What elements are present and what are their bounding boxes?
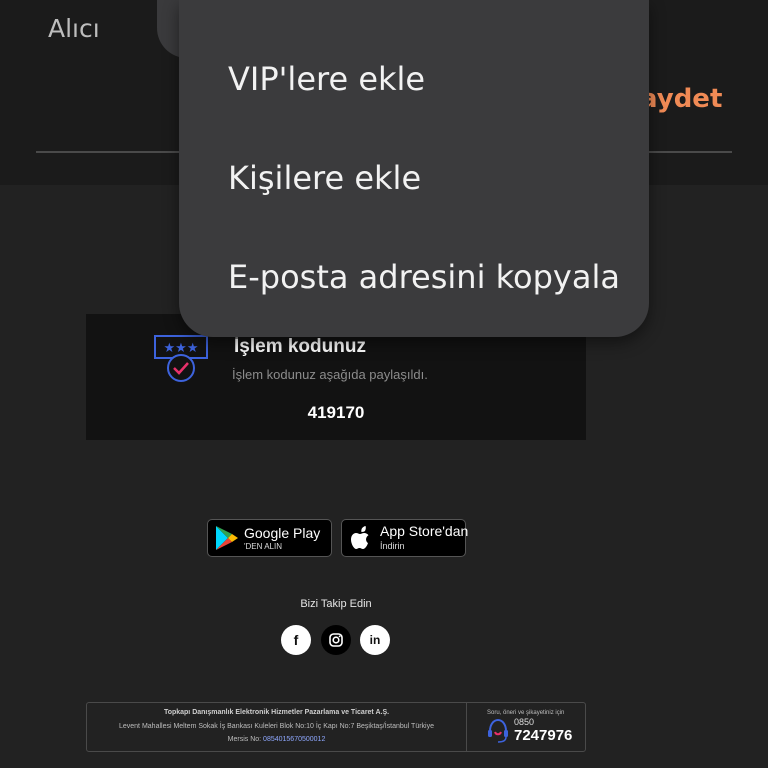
facebook-label: f [293,632,299,648]
svg-text:★★★: ★★★ [164,341,199,356]
code-title: İşlem kodunuz [234,336,366,357]
save-button[interactable]: aydet [640,84,722,114]
footer: Topkapı Danışmanlık Elektronik Hizmetler… [86,702,586,752]
verified-code-icon: ★★★ [154,335,208,382]
headset-icon [488,718,508,743]
app-store-badge[interactable]: App Store'dan İndirin [341,519,469,557]
linkedin-label: in [369,633,381,647]
google-play-badge[interactable]: Google Play 'DEN ALIN [207,519,332,557]
transaction-code: 419170 [307,403,365,422]
menu-item-copy-email[interactable]: E-posta adresini kopyala [228,258,620,296]
mersis-label: Mersis No: [227,736,264,743]
support-phone-number[interactable]: 7247976 [514,727,572,744]
google-play-icon [216,526,238,550]
phone-prefix: 0850 [514,717,535,727]
mersis-line: Mersis No: 0854015670500012 [87,736,466,743]
menu-item-add-to-contacts[interactable]: Kişilere ekle [228,159,421,197]
instagram-glyph [329,633,343,647]
footer-divider [466,703,467,751]
code-description: İşlem kodunuz aşağıda paylaşıldı. [232,367,428,382]
app-store-sublabel: İndirin [380,541,405,551]
linkedin-icon[interactable]: in [360,625,390,655]
company-address: Levent Mahallesi Meltem Sokak İş Bankası… [118,723,435,730]
context-menu: VIP'lere ekle Kişilere ekle E-posta adre… [179,0,649,337]
recipient-label: Alıcı [48,14,100,43]
apple-icon [351,526,369,549]
company-name: Topkapı Danışmanlık Elektronik Hizmetler… [163,709,390,716]
facebook-icon[interactable]: f [281,625,311,655]
instagram-icon[interactable] [321,625,351,655]
app-store-label: App Store'dan [380,523,469,539]
follow-us-title: Bizi Takip Edin [300,598,372,610]
support-title: Soru, öneri ve şikayetiniz için [487,710,565,716]
google-play-label: Google Play [244,525,321,541]
google-play-sublabel: 'DEN ALIN [244,542,282,551]
mersis-number[interactable]: 0854015670500012 [263,736,325,743]
menu-item-add-to-vips[interactable]: VIP'lere ekle [228,60,425,98]
